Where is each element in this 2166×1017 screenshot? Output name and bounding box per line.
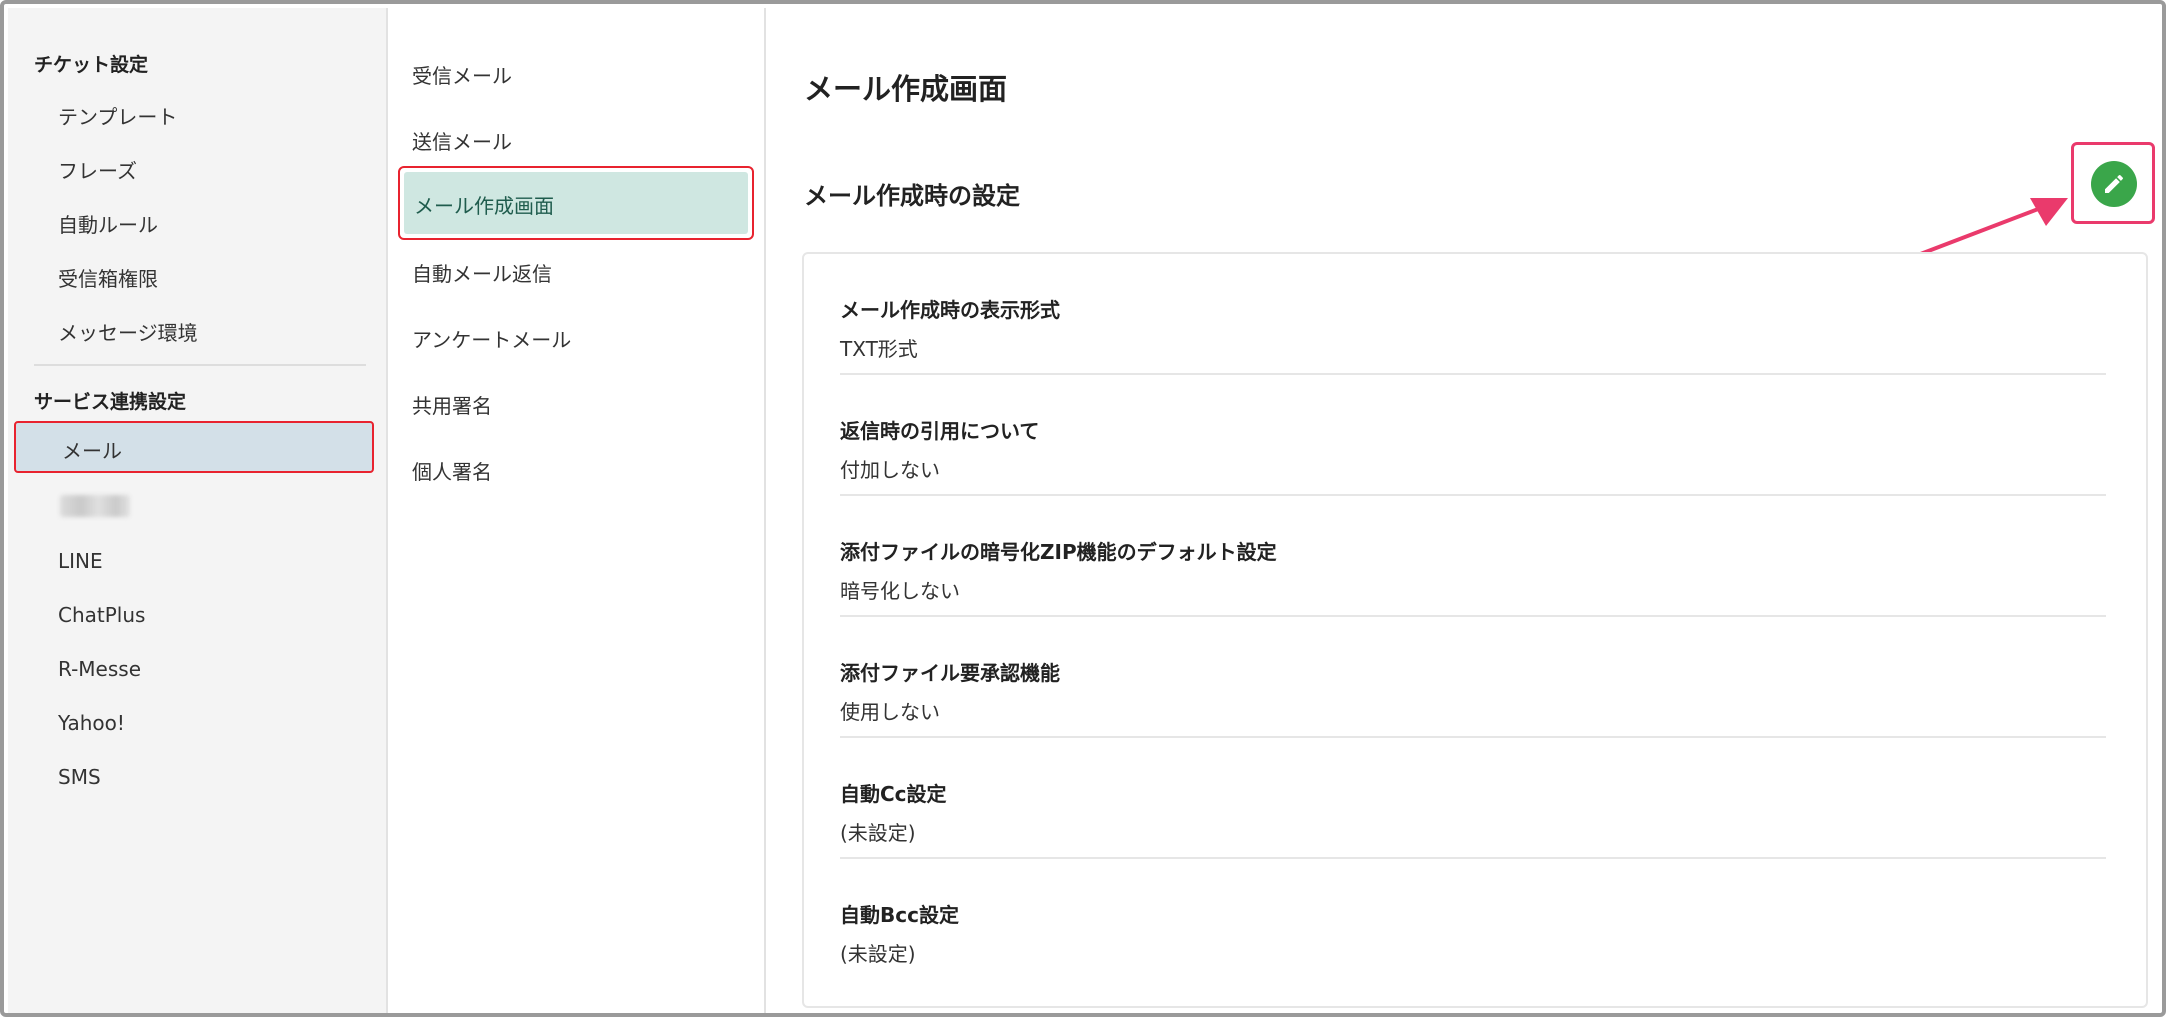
setting-label: 返信時の引用について: [840, 419, 1040, 443]
setting-value: 暗号化しない: [840, 579, 960, 603]
edit-button[interactable]: [2091, 161, 2137, 207]
sidebar-item-chatplus[interactable]: ChatPlus: [58, 603, 145, 627]
sidebar-item-sms[interactable]: SMS: [58, 765, 101, 789]
setting-value: (未設定): [840, 942, 916, 966]
settings-sidebar: チケット設定 テンプレート フレーズ 自動ルール 受信箱権限 メッセージ環境 サ…: [8, 8, 388, 1013]
main-content: メール作成画面 メール作成時の設定 メール作成時の表示形式 TXT形式 返信時の…: [766, 8, 2162, 1013]
sidebar-item-template[interactable]: テンプレート: [58, 101, 177, 130]
submenu-item-compose-screen[interactable]: メール作成画面: [398, 166, 754, 240]
sidebar-item-message-environment[interactable]: メッセージ環境: [58, 317, 198, 346]
settings-card: メール作成時の表示形式 TXT形式 返信時の引用について 付加しない 添付ファイ…: [802, 252, 2148, 1008]
submenu-item-inbound-mail[interactable]: 受信メール: [412, 60, 512, 89]
app-window: チケット設定 テンプレート フレーズ 自動ルール 受信箱権限 メッセージ環境 サ…: [0, 0, 2166, 1017]
setting-value: 付加しない: [840, 458, 940, 482]
edit-button-highlight: [2071, 142, 2155, 224]
sidebar-item-mail-label: メール: [62, 439, 122, 463]
service-integration-heading: サービス連携設定: [34, 391, 187, 413]
mail-submenu: 受信メール 送信メール メール作成画面 自動メール返信 アンケートメール 共用署…: [388, 8, 766, 1013]
setting-row: メール作成時の表示形式 TXT形式: [840, 254, 2106, 375]
page-title: メール作成画面: [804, 72, 1008, 106]
submenu-item-personal-signature[interactable]: 個人署名: [412, 456, 492, 485]
setting-row: 自動Bcc設定 (未設定): [840, 859, 2106, 980]
setting-row: 返信時の引用について 付加しない: [840, 375, 2106, 496]
setting-value: (未設定): [840, 821, 916, 845]
setting-row: 添付ファイル要承認機能 使用しない: [840, 617, 2106, 738]
sidebar-item-line[interactable]: LINE: [58, 549, 103, 573]
setting-label: メール作成時の表示形式: [840, 298, 1060, 322]
submenu-item-survey-mail[interactable]: アンケートメール: [412, 324, 571, 353]
pencil-icon: [2105, 174, 2124, 193]
sidebar-divider: [34, 364, 366, 366]
submenu-item-compose-screen-label: メール作成画面: [414, 194, 554, 218]
setting-row: 添付ファイルの暗号化ZIP機能のデフォルト設定 暗号化しない: [840, 496, 2106, 617]
submenu-item-outbound-mail[interactable]: 送信メール: [412, 126, 512, 155]
setting-label: 添付ファイルの暗号化ZIP機能のデフォルト設定: [840, 540, 1277, 564]
sidebar-item-r-messe[interactable]: R-Messe: [58, 657, 141, 681]
setting-label: 自動Cc設定: [840, 782, 947, 806]
setting-row: 自動Cc設定 (未設定): [840, 738, 2106, 859]
setting-value: TXT形式: [840, 337, 918, 361]
sidebar-item-inbox-permission[interactable]: 受信箱権限: [58, 263, 158, 292]
sidebar-item-redacted[interactable]: [60, 495, 130, 517]
submenu-item-shared-signature[interactable]: 共用署名: [412, 390, 492, 419]
section-title: メール作成時の設定: [804, 182, 1020, 210]
submenu-active-highlight: メール作成画面: [404, 172, 748, 234]
setting-label: 添付ファイル要承認機能: [840, 661, 1060, 685]
setting-value: 使用しない: [840, 700, 940, 724]
setting-label: 自動Bcc設定: [840, 903, 959, 927]
sidebar-item-auto-rule[interactable]: 自動ルール: [58, 209, 158, 238]
submenu-item-auto-reply[interactable]: 自動メール返信: [412, 258, 552, 287]
sidebar-item-phrase[interactable]: フレーズ: [58, 155, 137, 184]
sidebar-item-yahoo[interactable]: Yahoo!: [58, 711, 125, 735]
sidebar-item-mail[interactable]: メール: [14, 421, 374, 473]
ticket-settings-heading: チケット設定: [34, 54, 149, 76]
